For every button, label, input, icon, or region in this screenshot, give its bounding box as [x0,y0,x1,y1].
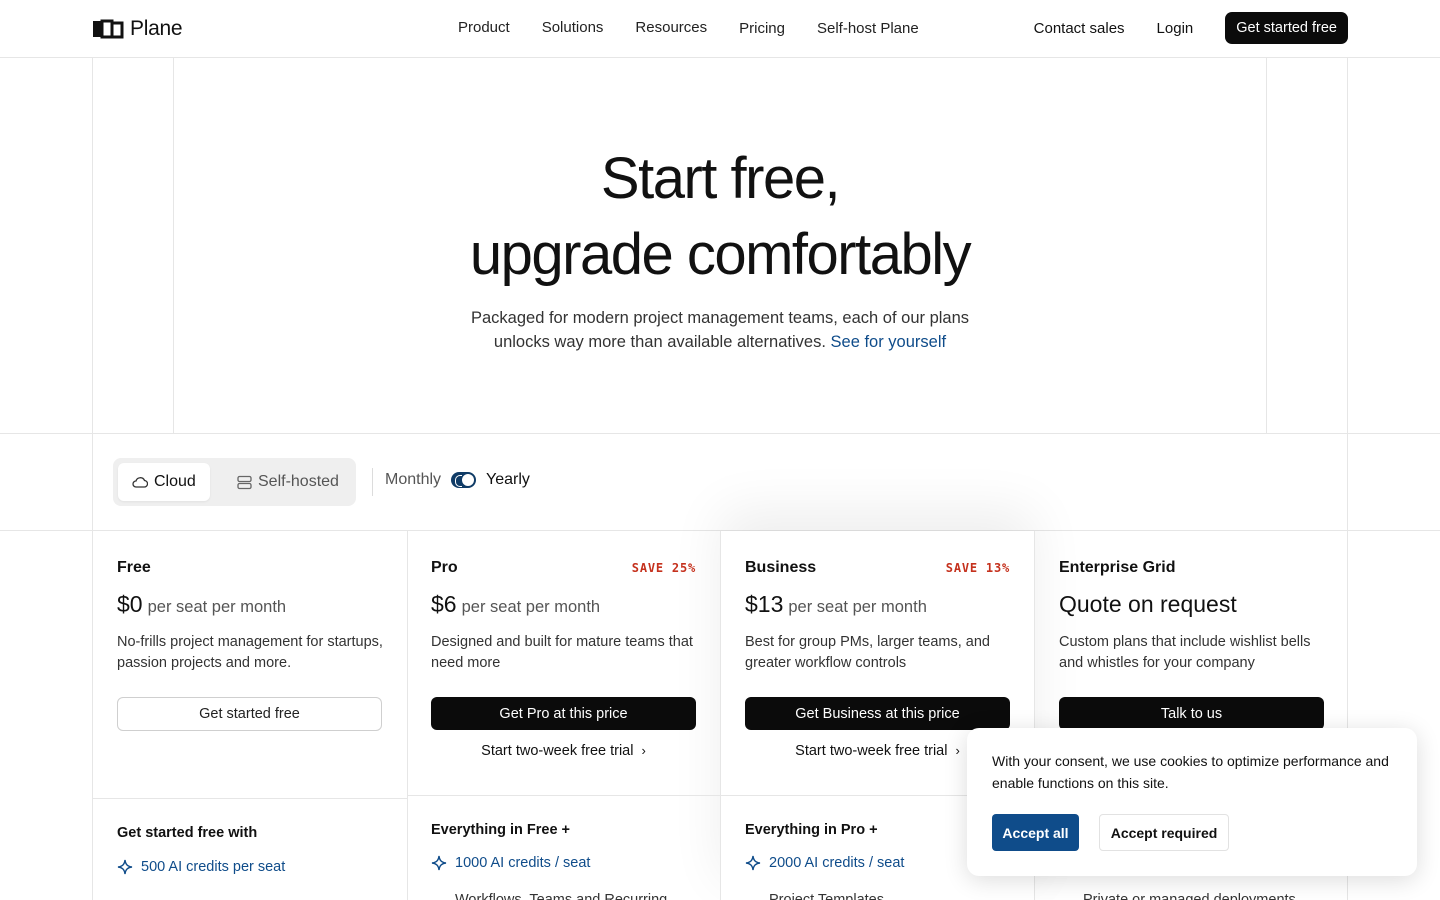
plan-price: Quote on request [1059,591,1237,618]
plan-price: $0 per seat per month [117,591,286,618]
cloud-option-label: Cloud [154,473,196,490]
hero-title-line2: upgrade comfortably [469,222,972,287]
free-cta-button[interactable]: Get started free [117,697,382,731]
logo-text: Plane [130,17,183,40]
nav-actions: Contact sales Login Get started free [1034,12,1348,44]
plan-price: $13 per seat per month [745,591,927,618]
server-icon [237,475,252,489]
plan-free: Free $0 per seat per month No-frills proj… [93,531,407,900]
plan-name: Free [117,559,151,576]
sparkle-icon [745,855,761,871]
feature-ai-credits: 500 AI credits per seat [117,859,285,875]
cloud-icon [132,477,148,488]
price-unit: per seat per month [461,598,601,616]
trial-label: Start two-week free trial [795,743,948,759]
feature-ai-label: 1000 AI credits / seat [455,855,591,871]
hero-subtitle-line2: unlocks way more than available alternat… [493,333,826,351]
feature-ai-label: 500 AI credits per seat [141,859,286,875]
plan-pro: Pro SAVE 25% $6 per seat per month Design… [407,531,720,900]
feature-ai-credits: 2000 AI credits / seat [745,855,904,871]
enterprise-cta-button[interactable]: Talk to us [1059,697,1324,730]
feature-item: Workflows, Teams and Recurring [455,892,668,900]
contact-sales-link[interactable]: Contact sales [1034,20,1125,37]
hero-subtitle-line1: Packaged for modern project management t… [470,309,970,327]
accept-all-button[interactable]: Accept all [992,814,1079,851]
price-amount: $13 [745,591,784,617]
nav-link-solutions[interactable]: Solutions [542,19,604,36]
plan-name: Business [745,559,817,576]
billing-toggle: Monthly Yearly [385,471,530,489]
feature-item: Private or managed deployments [1083,892,1296,900]
feature-heading: Get started free with [117,825,258,841]
hero-subtitle: Packaged for modern project management t… [0,306,1440,354]
plan-description: No-frills project management for startup… [117,634,383,671]
hero-title-line1: Start free, [600,146,841,211]
nav-links: Product Solutions Resources Pricing Self… [458,19,919,37]
get-started-button[interactable]: Get started free [1225,12,1348,44]
feature-heading: Everything in Free + [431,822,571,838]
plane-logo-icon [93,19,124,39]
save-badge: SAVE 13% [945,561,1010,575]
grid-line [0,433,1440,434]
feature-item: Project Templates [769,892,884,900]
nav-link-product[interactable]: Product [458,19,510,36]
nav-link-self-host[interactable]: Self-host Plane [817,20,919,37]
plane-logo[interactable]: Plane [92,17,183,41]
sparkle-icon [117,859,133,875]
billing-yearly-label[interactable]: Yearly [486,471,530,489]
feature-ai-label: 2000 AI credits / seat [769,855,905,871]
see-for-yourself-link[interactable]: See for yourself [831,333,947,351]
cookie-consent-dialog: With your consent, we use cookies to opt… [967,728,1417,876]
billing-monthly-label[interactable]: Monthly [385,471,441,489]
nav-link-resources[interactable]: Resources [635,19,707,36]
deploy-toggle: Cloud Self-hosted [113,458,356,506]
price-amount: $6 [431,591,457,617]
sparkle-icon [431,855,447,871]
plan-name: Pro [431,559,458,576]
plan-description: Designed and built for mature teams that… [431,634,693,671]
accept-required-button[interactable]: Accept required [1099,814,1229,851]
cookie-text: With your consent, we use cookies to opt… [992,753,1389,791]
plan-description: Custom plans that include wishlist bells… [1059,634,1311,671]
pro-cta-button[interactable]: Get Pro at this price [431,697,696,730]
price-amount: Quote on request [1059,591,1237,617]
billing-switch[interactable] [451,472,477,488]
self-hosted-option[interactable]: Self-hosted [223,463,353,501]
business-cta-button[interactable]: Get Business at this price [745,697,1010,730]
feature-ai-credits: 1000 AI credits / seat [431,855,590,871]
toggle-divider [372,468,373,496]
save-badge: SAVE 25% [631,561,696,575]
trial-label: Start two-week free trial [481,743,634,759]
plan-description: Best for group PMs, larger teams, and gr… [745,634,990,671]
nav-link-pricing[interactable]: Pricing [739,20,785,37]
plan-name: Enterprise Grid [1059,559,1176,576]
feature-heading: Everything in Pro + [745,822,878,838]
chevron-right-icon: › [955,743,960,758]
plan-price: $6 per seat per month [431,591,600,618]
price-unit: per seat per month [788,598,927,616]
cloud-option[interactable]: Cloud [118,463,210,501]
pro-trial-link[interactable]: Start two-week free trial › [431,743,696,759]
chevron-right-icon: › [641,743,646,758]
price-amount: $0 [117,591,143,617]
self-hosted-option-label: Self-hosted [258,473,339,490]
price-unit: per seat per month [147,598,287,616]
login-link[interactable]: Login [1157,20,1194,37]
top-nav: Plane Product Solutions Resources Pricin… [0,0,1440,58]
